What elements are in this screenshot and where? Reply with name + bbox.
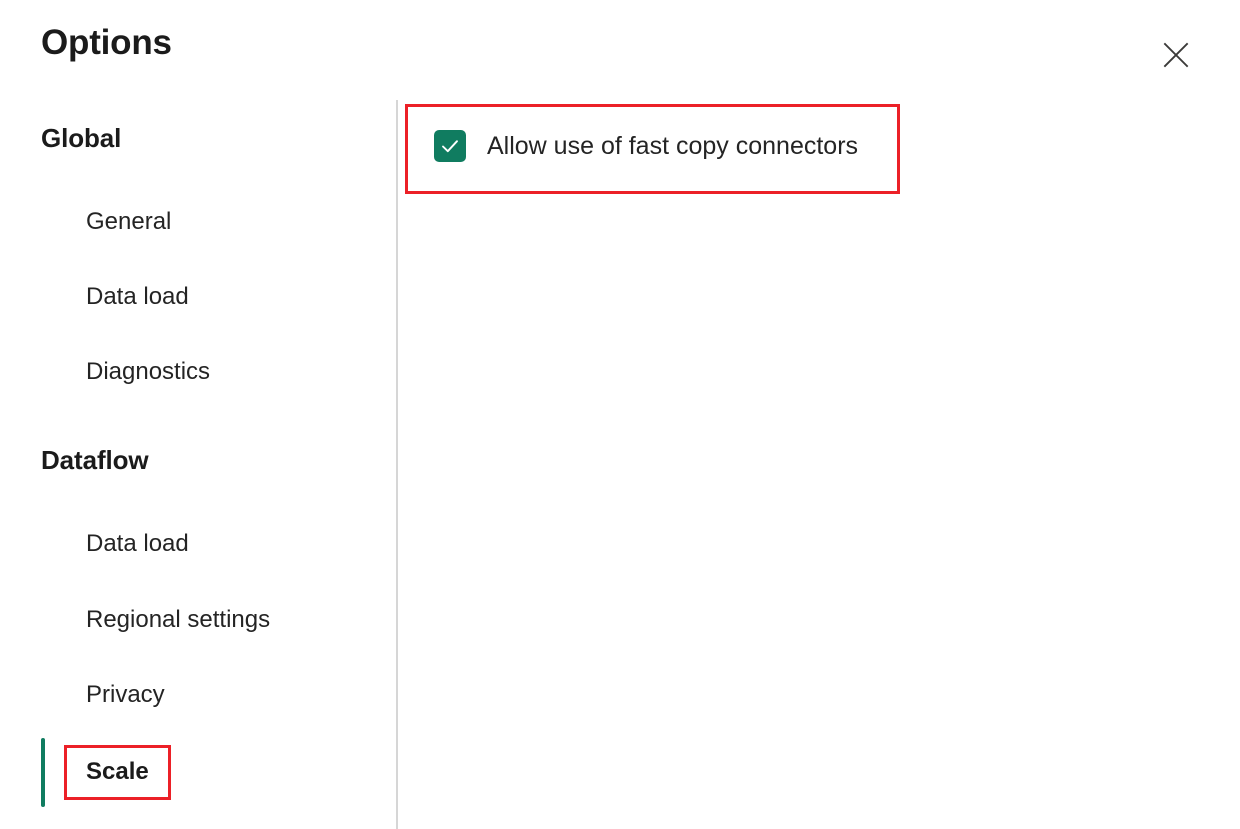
sidebar-item-label: Diagnostics [86, 360, 210, 384]
sidebar-item-label: General [86, 210, 171, 234]
sidebar-item-global-data-load[interactable]: Data load [41, 270, 189, 324]
close-icon [1162, 41, 1190, 69]
sidebar-item-label: Scale [86, 760, 149, 784]
sidebar-item-label: Regional settings [86, 608, 270, 632]
settings-content-pane: Allow use of fast copy connectors [397, 100, 1240, 829]
nav-group-title-global: Global [41, 123, 121, 154]
sidebar-item-regional-settings[interactable]: Regional settings [41, 593, 270, 647]
allow-fast-copy-connectors-checkbox[interactable] [434, 130, 466, 162]
checkmark-icon [439, 135, 461, 157]
allow-fast-copy-connectors-label[interactable]: Allow use of fast copy connectors [487, 134, 858, 159]
sidebar-item-label: Data load [86, 285, 189, 309]
settings-navigation: Global General Data load Diagnostics Dat… [0, 100, 397, 829]
close-button[interactable] [1152, 31, 1200, 79]
sidebar-item-label: Privacy [86, 683, 165, 707]
sidebar-item-dataflow-data-load[interactable]: Data load [41, 517, 189, 571]
sidebar-item-general[interactable]: General [41, 195, 171, 249]
fast-copy-setting-row: Allow use of fast copy connectors [434, 130, 858, 162]
sidebar-item-privacy[interactable]: Privacy [41, 668, 165, 722]
sidebar-item-diagnostics[interactable]: Diagnostics [41, 345, 210, 399]
nav-group-title-dataflow: Dataflow [41, 445, 149, 476]
page-title: Options [41, 22, 172, 64]
sidebar-item-label: Data load [86, 532, 189, 556]
selected-item-indicator [41, 738, 45, 807]
sidebar-item-scale[interactable]: Scale [41, 745, 149, 799]
